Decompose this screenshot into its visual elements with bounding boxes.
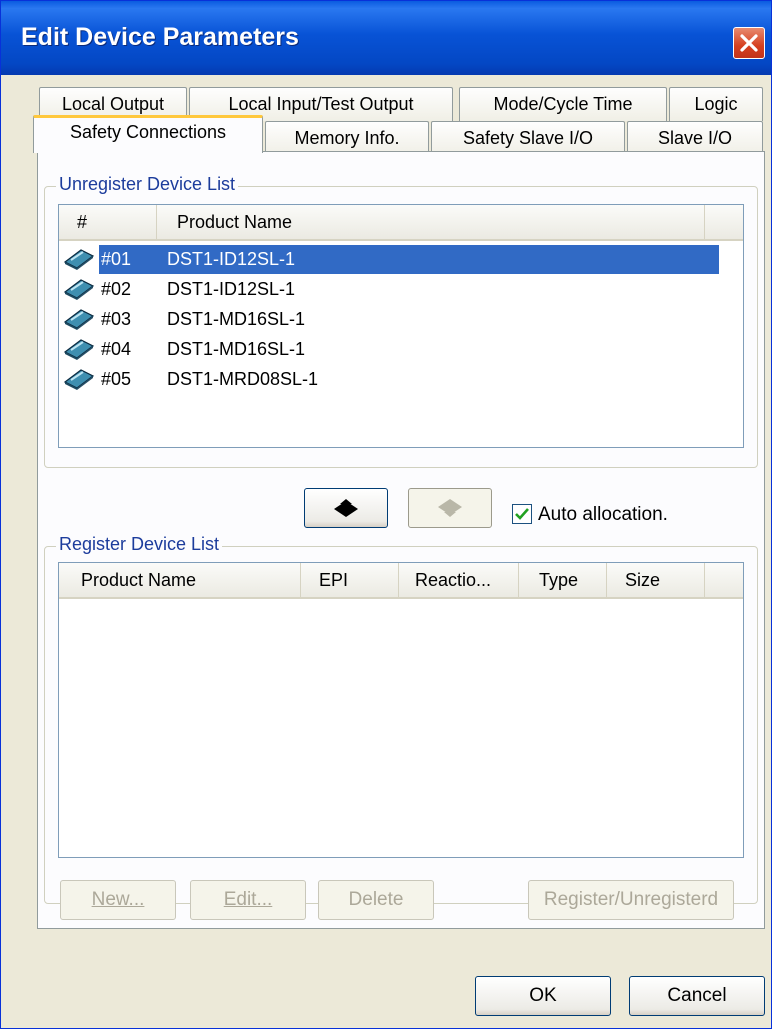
list-header: # Product Name: [59, 205, 743, 241]
column-header-type[interactable]: Type: [519, 563, 607, 597]
register-device-listview[interactable]: Product Name EPI Reactio... Type Size: [58, 562, 744, 858]
window-title: Edit Device Parameters: [21, 23, 299, 51]
row-number: #03: [101, 309, 132, 329]
auto-allocation-checkbox[interactable]: [512, 504, 532, 524]
register-unregister-button-label: Register/Unregisterd: [543, 889, 719, 910]
device-icon: [63, 249, 95, 270]
move-up-button[interactable]: [408, 488, 492, 528]
tab-logic[interactable]: Logic: [669, 87, 763, 121]
device-icon: [63, 279, 95, 300]
safety-connections-panel: Unregister Device List # Product Name #0…: [37, 151, 765, 929]
column-header-size[interactable]: Size: [607, 563, 705, 597]
device-icon: [63, 369, 95, 390]
register-unregister-button[interactable]: Register/Unregisterd: [528, 880, 734, 920]
unregister-device-list-legend: Unregister Device List: [56, 174, 239, 195]
move-up-icon: [438, 499, 462, 517]
close-icon: [740, 34, 758, 52]
register-device-list-legend: Register Device List: [56, 534, 223, 555]
tab-memory-info[interactable]: Memory Info.: [265, 121, 429, 155]
column-header-reaction[interactable]: Reactio...: [399, 563, 519, 597]
edit-button[interactable]: Edit...: [190, 880, 306, 920]
row-product-name: DST1-MRD08SL-1: [167, 369, 319, 389]
move-down-icon: [334, 499, 358, 517]
tab-safety-connections[interactable]: Safety Connections: [33, 115, 263, 153]
list-item[interactable]: #04 DST1-MD16SL-1: [63, 335, 723, 364]
list-item[interactable]: #05 DST1-MRD08SL-1: [63, 365, 723, 394]
unregister-device-listview[interactable]: # Product Name #01 DST1-ID12SL-1 #02 DST…: [58, 204, 744, 448]
row-product-name: DST1-MD16SL-1: [167, 309, 306, 329]
column-header-product-name[interactable]: Product Name: [157, 205, 705, 239]
cancel-button[interactable]: Cancel: [629, 976, 765, 1016]
auto-allocation-label: Auto allocation.: [538, 504, 668, 525]
list-item[interactable]: #01 DST1-ID12SL-1: [63, 245, 723, 274]
row-product-name: DST1-MD16SL-1: [167, 339, 306, 359]
column-header-epi[interactable]: EPI: [301, 563, 399, 597]
tab-safety-slave-io[interactable]: Safety Slave I/O: [431, 121, 625, 155]
row-product-name: DST1-ID12SL-1: [159, 245, 719, 274]
row-number: #01: [99, 245, 159, 274]
row-number: #05: [101, 369, 132, 389]
list-header: Product Name EPI Reactio... Type Size: [59, 563, 743, 599]
list-item[interactable]: #03 DST1-MD16SL-1: [63, 305, 723, 334]
move-down-button[interactable]: [304, 488, 388, 528]
delete-button-label: Delete: [348, 889, 404, 910]
device-icon: [63, 309, 95, 330]
tab-mode-cycle-time[interactable]: Mode/Cycle Time: [459, 87, 667, 121]
tab-slave-io[interactable]: Slave I/O: [627, 121, 763, 155]
edit-device-parameters-window: Edit Device Parameters Local Output Loca…: [0, 0, 772, 1029]
ok-button[interactable]: OK: [475, 976, 611, 1016]
row-number: #02: [101, 279, 132, 299]
edit-button-label: Edit...: [223, 889, 273, 910]
row-product-name: DST1-ID12SL-1: [167, 279, 296, 299]
delete-button[interactable]: Delete: [318, 880, 434, 920]
column-header-product-name[interactable]: Product Name: [59, 563, 301, 597]
column-header-number[interactable]: #: [59, 205, 157, 239]
new-button-label: New...: [91, 889, 145, 910]
list-item[interactable]: #02 DST1-ID12SL-1: [63, 275, 723, 304]
title-bar[interactable]: Edit Device Parameters: [1, 1, 771, 75]
row-number: #04: [101, 339, 132, 359]
new-button[interactable]: New...: [60, 880, 176, 920]
device-icon: [63, 339, 95, 360]
checkmark-icon: [515, 508, 529, 520]
close-button[interactable]: [733, 27, 765, 59]
